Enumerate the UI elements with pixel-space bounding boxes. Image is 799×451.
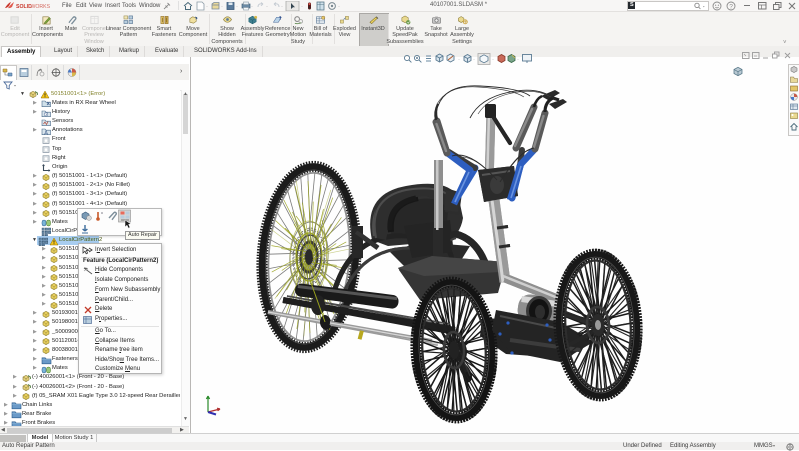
svg-text:·: · [236, 4, 238, 10]
svg-text:·: · [338, 4, 340, 10]
svg-text:·: · [492, 57, 494, 63]
svg-text:·: · [458, 57, 460, 63]
svg-text:?: ? [729, 3, 733, 10]
svg-text:WORKS: WORKS [31, 4, 51, 10]
svg-text:·: · [301, 4, 303, 10]
svg-text:·: · [517, 57, 519, 63]
svg-text:·: · [281, 4, 283, 10]
svg-text:·: · [473, 57, 475, 63]
svg-text:·: · [266, 4, 268, 10]
svg-text:°: ° [101, 212, 103, 218]
svg-text:·: · [221, 4, 223, 10]
svg-text:·: · [206, 4, 208, 10]
svg-text:·: · [251, 4, 253, 10]
